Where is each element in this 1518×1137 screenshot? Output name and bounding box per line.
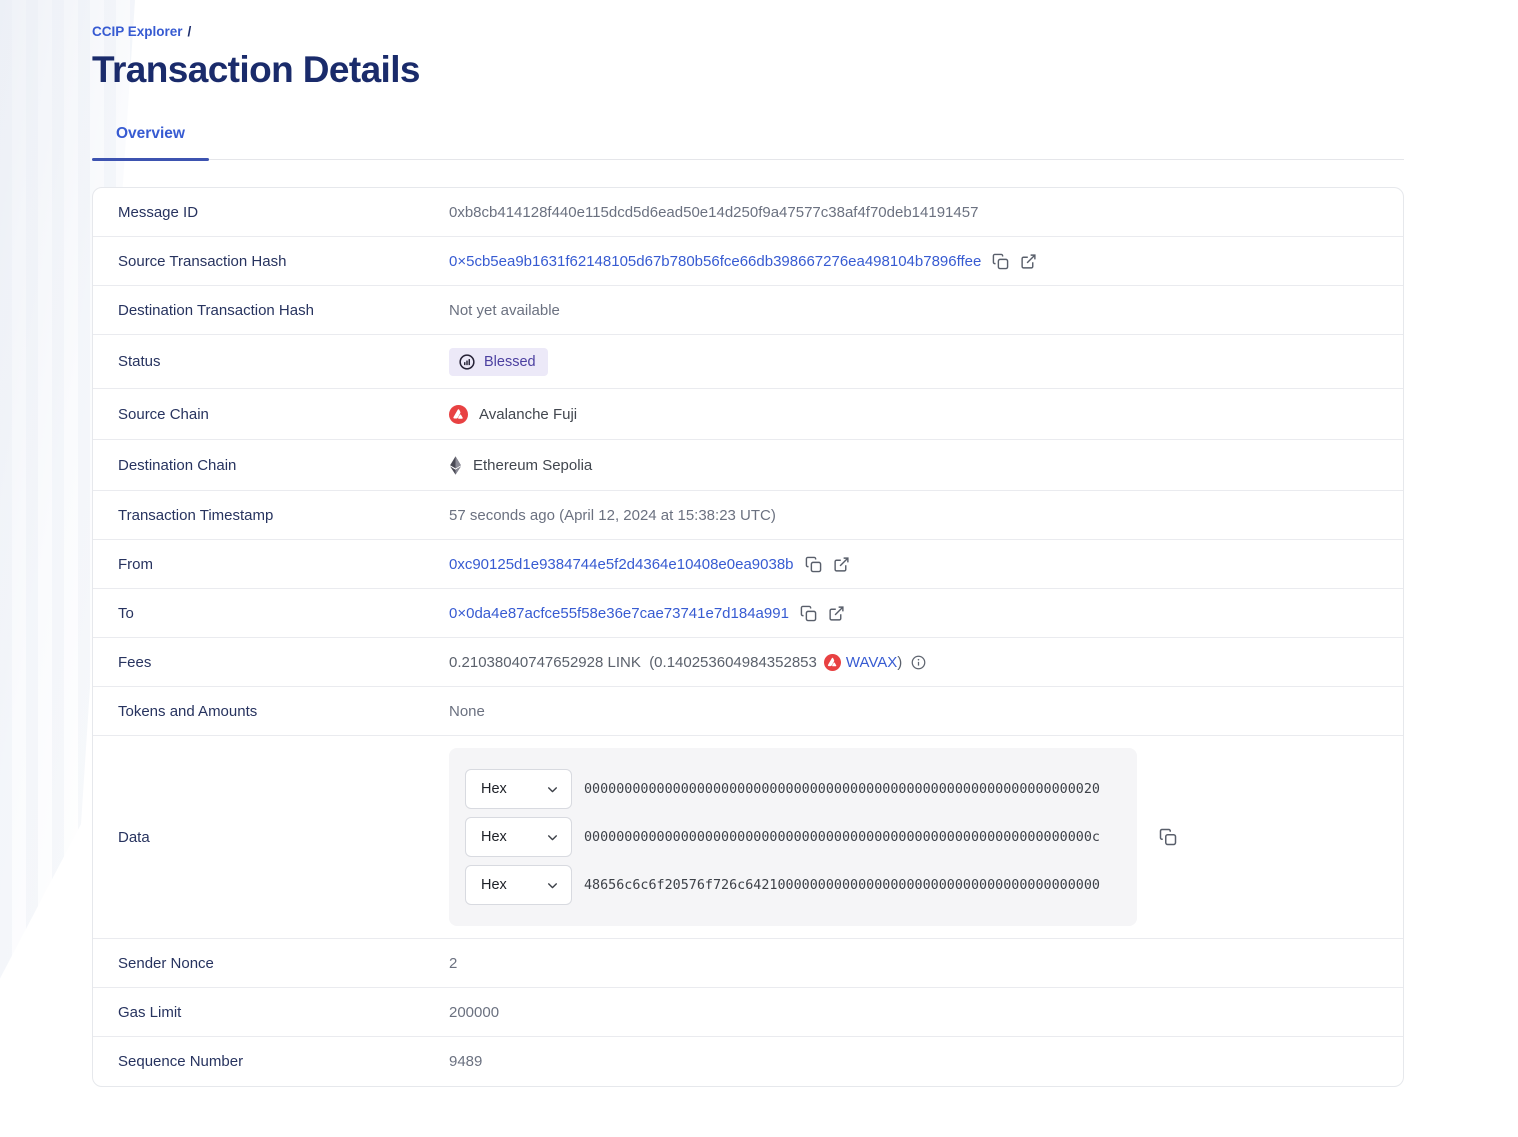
sender-nonce-value: 2 [449, 955, 457, 972]
data-format-selected: Hex [481, 829, 507, 845]
ethereum-sepolia-icon [449, 456, 462, 475]
row-gas-limit: Gas Limit 200000 [93, 988, 1403, 1037]
status-blessed-icon [458, 353, 476, 371]
row-label: Status [118, 353, 449, 370]
row-source-transaction-hash: Source Transaction Hash 0×5cb5ea9b1631f6… [93, 237, 1403, 286]
from-address-link[interactable]: 0xc90125d1e9384744e5f2d4364e10408e0ea903… [449, 556, 794, 573]
transaction-details-page: CCIP Explorer / Transaction Details Overv… [92, 0, 1404, 1087]
breadcrumb-separator: / [188, 24, 192, 39]
row-label: Sequence Number [118, 1053, 449, 1070]
row-tokens-and-amounts: Tokens and Amounts None [93, 687, 1403, 736]
status-badge: Blessed [449, 348, 548, 376]
data-hex-line: 0000000000000000000000000000000000000000… [584, 830, 1100, 845]
copy-icon[interactable] [805, 556, 822, 573]
destination-chain-name: Ethereum Sepolia [473, 457, 592, 474]
row-transaction-timestamp: Transaction Timestamp 57 seconds ago (Ap… [93, 491, 1403, 540]
page-title: Transaction Details [92, 48, 1404, 92]
row-label: Tokens and Amounts [118, 703, 449, 720]
source-chain-name: Avalanche Fuji [479, 406, 577, 423]
row-label: Destination Transaction Hash [118, 302, 449, 319]
row-to: To 0×0da4e87acfce55f58e36e7cae73741e7d18… [93, 589, 1403, 638]
row-status: Status Blessed [93, 335, 1403, 389]
data-format-selected: Hex [481, 877, 507, 893]
breadcrumb: CCIP Explorer / [92, 0, 1404, 39]
row-label: Data [118, 829, 449, 846]
fees-native-amount: (0.140253604984352853 [649, 654, 817, 671]
row-label: Destination Chain [118, 457, 449, 474]
row-label: Source Chain [118, 406, 449, 423]
row-label: From [118, 556, 449, 573]
chevron-down-icon [546, 783, 559, 796]
wavax-avalanche-icon [824, 654, 841, 671]
data-line: Hex 000000000000000000000000000000000000… [465, 769, 1121, 809]
chevron-down-icon [546, 879, 559, 892]
gas-limit-value: 200000 [449, 1004, 499, 1021]
row-sequence-number: Sequence Number 9489 [93, 1037, 1403, 1086]
row-destination-chain: Destination Chain Ethereum Sepolia [93, 440, 1403, 491]
breadcrumb-link-ccip-explorer[interactable]: CCIP Explorer [92, 24, 183, 39]
row-label: Message ID [118, 204, 449, 221]
tab-overview[interactable]: Overview [92, 125, 209, 159]
external-link-icon[interactable] [833, 556, 850, 573]
source-tx-hash-link[interactable]: 0×5cb5ea9b1631f62148105d67b780b56fce66db… [449, 253, 981, 270]
data-format-select[interactable]: Hex [465, 769, 572, 809]
fees-link-amount: 0.21038040747652928 LINK [449, 654, 641, 671]
row-label: Source Transaction Hash [118, 253, 449, 270]
tab-bar: Overview [92, 125, 1404, 160]
data-line: Hex 48656c6c6f20576f726c6421000000000000… [465, 865, 1121, 905]
row-source-chain: Source Chain Avalanche Fuji [93, 389, 1403, 440]
row-sender-nonce: Sender Nonce 2 [93, 939, 1403, 988]
copy-icon[interactable] [800, 605, 817, 622]
fees-close-paren: ) [897, 654, 902, 671]
external-link-icon[interactable] [828, 605, 845, 622]
row-label: Gas Limit [118, 1004, 449, 1021]
row-label: Transaction Timestamp [118, 507, 449, 524]
avalanche-fuji-icon [449, 405, 468, 424]
data-format-select[interactable]: Hex [465, 817, 572, 857]
data-hex-line: 48656c6c6f20576f726c64210000000000000000… [584, 878, 1100, 893]
info-icon[interactable] [911, 655, 926, 670]
copy-icon[interactable] [992, 253, 1009, 270]
row-destination-transaction-hash: Destination Transaction Hash Not yet ava… [93, 286, 1403, 335]
external-link-icon[interactable] [1020, 253, 1037, 270]
transaction-details-table: Message ID 0xb8cb414128f440e115dcd5d6ead… [92, 187, 1404, 1087]
row-data: Data Hex 0000000000000000000000000000000… [93, 736, 1403, 939]
destination-tx-hash-value: Not yet available [449, 302, 560, 319]
data-format-selected: Hex [481, 781, 507, 797]
data-line: Hex 000000000000000000000000000000000000… [465, 817, 1121, 857]
to-address-link[interactable]: 0×0da4e87acfce55f58e36e7cae73741e7d184a9… [449, 605, 789, 622]
row-message-id: Message ID 0xb8cb414128f440e115dcd5d6ead… [93, 188, 1403, 237]
row-label: Sender Nonce [118, 955, 449, 972]
data-format-select[interactable]: Hex [465, 865, 572, 905]
row-fees: Fees 0.21038040747652928 LINK (0.1402536… [93, 638, 1403, 687]
wavax-token-link[interactable]: WAVAX [846, 654, 897, 671]
chevron-down-icon [546, 831, 559, 844]
tokens-and-amounts-value: None [449, 703, 485, 720]
row-label: Fees [118, 654, 449, 671]
copy-icon[interactable] [1159, 828, 1177, 846]
sequence-number-value: 9489 [449, 1053, 482, 1070]
transaction-timestamp-value: 57 seconds ago (April 12, 2024 at 15:38:… [449, 507, 776, 524]
data-hex-line: 0000000000000000000000000000000000000000… [584, 782, 1100, 797]
message-id-value: 0xb8cb414128f440e115dcd5d6ead50e14d250f9… [449, 204, 978, 221]
row-label: To [118, 605, 449, 622]
status-badge-label: Blessed [484, 354, 536, 370]
data-hex-box: Hex 000000000000000000000000000000000000… [449, 748, 1137, 926]
row-from: From 0xc90125d1e9384744e5f2d4364e10408e0… [93, 540, 1403, 589]
